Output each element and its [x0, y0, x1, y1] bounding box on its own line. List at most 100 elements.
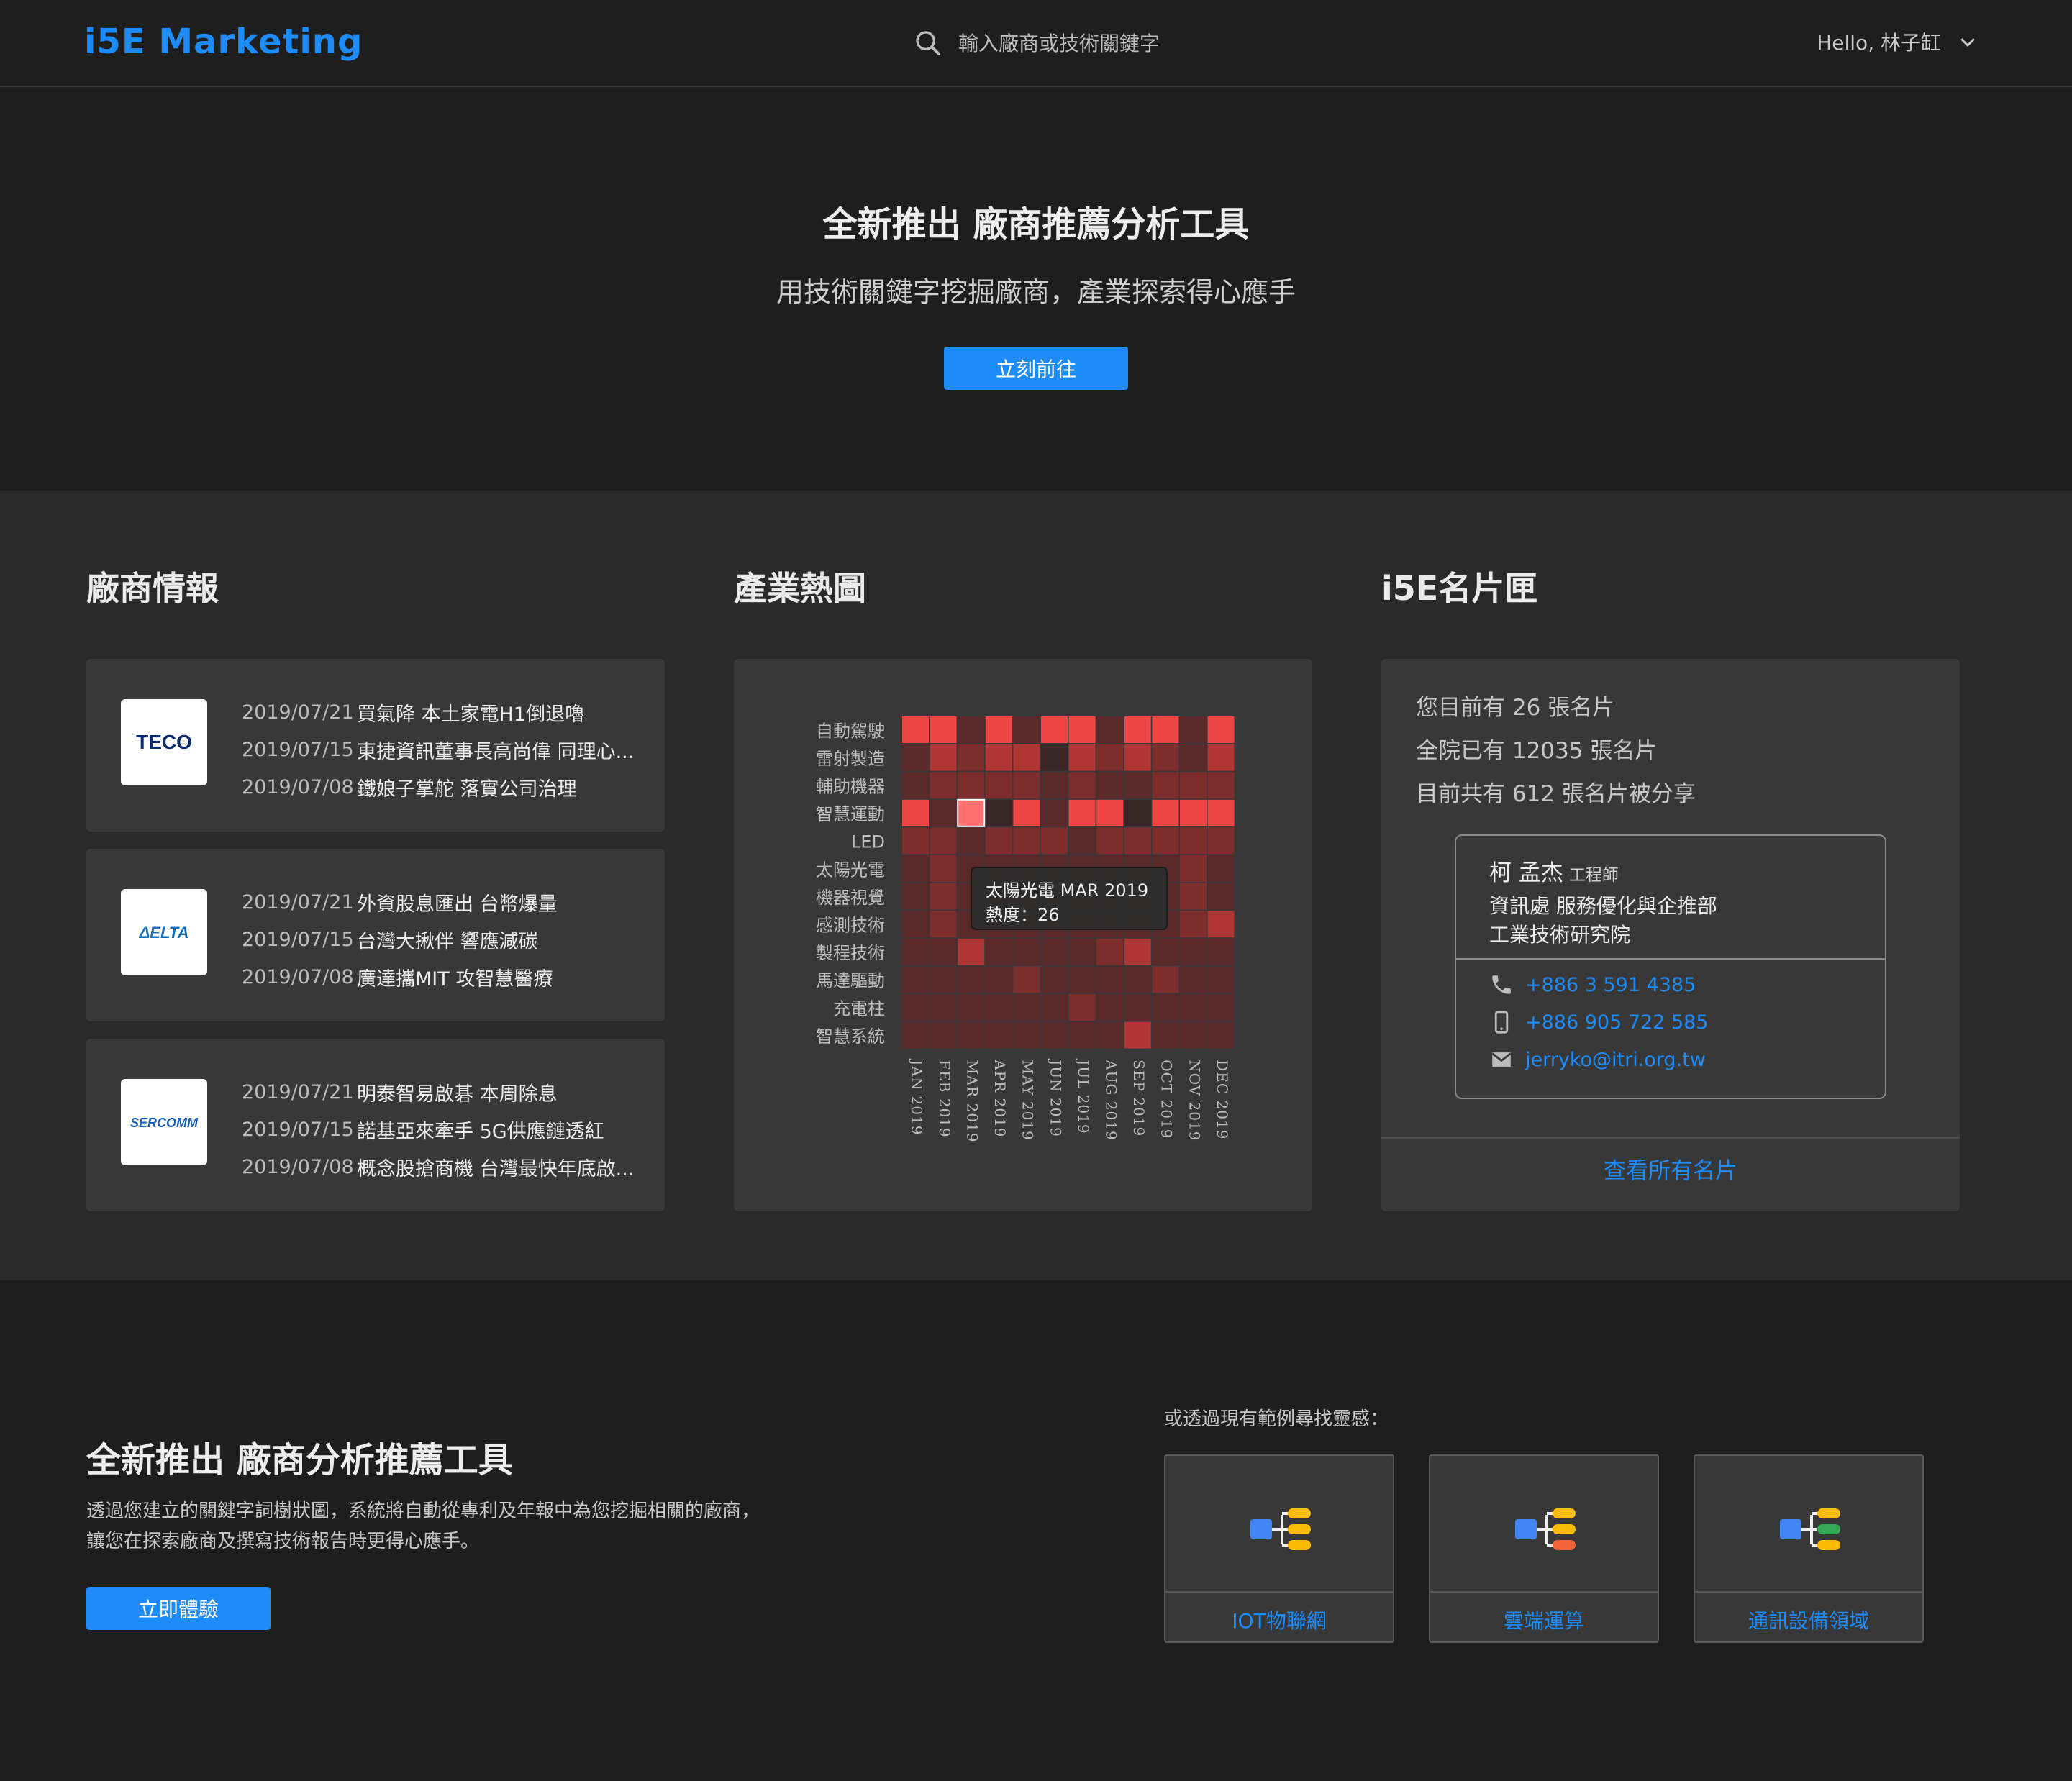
company-news-card-teco[interactable]: TECO 2019/07/21 買氣降 本土家電H1倒退嚕 2019/07/15 東… [86, 659, 665, 832]
news-headline[interactable]: 東捷資訊董事長高尚偉 同理心... [357, 736, 634, 764]
heatmap-cell[interactable] [930, 827, 957, 855]
heatmap-cell[interactable] [1096, 1021, 1124, 1049]
heatmap-cell[interactable] [1096, 966, 1124, 993]
heatmap-cell[interactable] [902, 827, 929, 855]
heatmap-cell[interactable] [930, 855, 957, 882]
heatmap-cell[interactable] [1124, 744, 1151, 771]
heatmap-cell[interactable] [1207, 855, 1235, 882]
news-item[interactable]: 2019/07/21 買氣降 本土家電H1倒退嚕 [242, 693, 643, 731]
heatmap-cell[interactable] [985, 744, 1012, 771]
heatmap-cell[interactable] [1180, 966, 1207, 993]
news-headline[interactable]: 明泰智易啟碁 本周除息 [357, 1078, 558, 1106]
heatmap-cell[interactable] [902, 1021, 929, 1049]
heatmap-cell[interactable] [930, 911, 957, 938]
heatmap-cell[interactable] [1124, 1021, 1151, 1049]
heatmap-cell[interactable] [1152, 1021, 1179, 1049]
heatmap-cell[interactable] [958, 716, 985, 743]
try-now-button[interactable]: 立即體驗 [86, 1587, 271, 1630]
heatmap-cell[interactable] [902, 911, 929, 938]
heatmap-cell[interactable] [1013, 1021, 1040, 1049]
heatmap-cell[interactable] [1068, 994, 1096, 1021]
heatmap-cell[interactable] [902, 744, 929, 771]
heatmap-cell[interactable] [1207, 938, 1235, 965]
heatmap-cell[interactable] [1041, 716, 1068, 743]
heatmap-cell[interactable] [1124, 772, 1151, 799]
heatmap-cell[interactable] [985, 938, 1012, 965]
heatmap-cell[interactable] [1180, 994, 1207, 1021]
heatmap-cell[interactable] [1124, 994, 1151, 1021]
heatmap-cell[interactable] [1207, 744, 1235, 771]
news-item[interactable]: 2019/07/21 明泰智易啟碁 本周除息 [242, 1073, 643, 1111]
news-item[interactable]: 2019/07/08 概念股搶商機 台灣最快年底啟... [242, 1148, 643, 1185]
heatmap-cell[interactable] [1124, 827, 1151, 855]
heatmap-cell[interactable] [1096, 744, 1124, 771]
contact-email-line[interactable]: jerryko@itri.org.tw [1489, 1047, 1706, 1072]
heatmap-cell[interactable] [1041, 966, 1068, 993]
heatmap-cell[interactable] [1207, 716, 1235, 743]
heatmap-cell[interactable] [985, 716, 1012, 743]
heatmap-cell[interactable] [1013, 966, 1040, 993]
heatmap-cell[interactable] [1013, 827, 1040, 855]
heatmap-cell[interactable] [1152, 744, 1179, 771]
heatmap-cell[interactable] [930, 716, 957, 743]
contact-phone-line[interactable]: +886 3 591 4385 [1489, 973, 1696, 997]
heatmap-cell[interactable] [958, 938, 985, 965]
heatmap-cell[interactable] [1096, 827, 1124, 855]
heatmap-cell[interactable] [902, 855, 929, 882]
heatmap-cell[interactable] [1013, 994, 1040, 1021]
business-card[interactable]: 柯 孟杰 工程師 資訊處 服務優化與企推部 工業技術研究院 +886 3 591 … [1455, 834, 1886, 1099]
heatmap-cell[interactable] [1041, 827, 1068, 855]
heatmap-cell[interactable] [958, 1021, 985, 1049]
news-item[interactable]: 2019/07/21 外資股息匯出 台幣爆量 [242, 883, 643, 921]
heatmap-cell[interactable] [1096, 799, 1124, 826]
heatmap-cell[interactable] [1041, 938, 1068, 965]
heatmap-cell[interactable] [1068, 772, 1096, 799]
heatmap-cell[interactable] [1180, 827, 1207, 855]
heatmap-cell[interactable] [957, 798, 986, 827]
heatmap-cell[interactable] [1152, 827, 1179, 855]
contact-mobile[interactable]: +886 905 722 585 [1525, 1011, 1709, 1034]
news-headline[interactable]: 台灣大揪伴 響應減碳 [357, 926, 538, 954]
heatmap-cell[interactable] [1013, 744, 1040, 771]
view-all-cards-link[interactable]: 查看所有名片 [1381, 1152, 1960, 1185]
heatmap-cell[interactable] [1152, 799, 1179, 826]
news-headline[interactable]: 鐵娘子掌舵 落實公司治理 [357, 773, 577, 801]
heatmap-cell[interactable] [902, 994, 929, 1021]
heatmap-cell[interactable] [1152, 966, 1179, 993]
example-name[interactable]: IOT物聯網 [1166, 1605, 1393, 1634]
heatmap-cell[interactable] [1152, 716, 1179, 743]
heatmap-cell[interactable] [985, 994, 1012, 1021]
heatmap-cell[interactable] [985, 799, 1012, 826]
heatmap-cell[interactable] [1207, 772, 1235, 799]
heatmap-cell[interactable] [1152, 772, 1179, 799]
heatmap-cell[interactable] [1041, 1021, 1068, 1049]
app-logo[interactable]: i5E Marketing [84, 22, 363, 62]
heatmap-cell[interactable] [1180, 799, 1207, 826]
example-card-cloud[interactable]: 雲端運算 [1429, 1454, 1659, 1643]
heatmap-cell[interactable] [1180, 938, 1207, 965]
heatmap-cell[interactable] [930, 938, 957, 965]
contact-phone[interactable]: +886 3 591 4385 [1525, 974, 1696, 996]
heatmap-cell[interactable] [1124, 799, 1151, 826]
heatmap-cell[interactable] [1068, 744, 1096, 771]
heatmap-cell[interactable] [1207, 799, 1235, 826]
heatmap-cell[interactable] [1096, 938, 1124, 965]
heatmap-cell[interactable] [1180, 716, 1207, 743]
heatmap-cell[interactable] [902, 966, 929, 993]
heatmap-cell[interactable] [1207, 911, 1235, 938]
heatmap-cell[interactable] [930, 799, 957, 826]
heatmap-cell[interactable] [958, 772, 985, 799]
heatmap-cell[interactable] [930, 744, 957, 771]
search-icon[interactable] [914, 29, 942, 58]
heatmap-cell[interactable] [1068, 966, 1096, 993]
news-item[interactable]: 2019/07/15 諾基亞來牽手 5G供應鏈透紅 [242, 1111, 643, 1148]
news-item[interactable]: 2019/07/15 台灣大揪伴 響應減碳 [242, 921, 643, 958]
heatmap-cell[interactable] [902, 938, 929, 965]
industry-heatmap[interactable]: 自動駕駛雷射製造輔助機器智慧運動 LED 太陽光電機器視覺感測技術製程技術馬達驅動充… [734, 659, 1312, 1211]
heatmap-cell[interactable] [958, 966, 985, 993]
heatmap-cell[interactable] [1180, 1021, 1207, 1049]
heatmap-cell[interactable] [1041, 772, 1068, 799]
heatmap-cell[interactable] [1180, 772, 1207, 799]
heatmap-cell[interactable] [1124, 966, 1151, 993]
heatmap-cell[interactable] [1068, 827, 1096, 855]
